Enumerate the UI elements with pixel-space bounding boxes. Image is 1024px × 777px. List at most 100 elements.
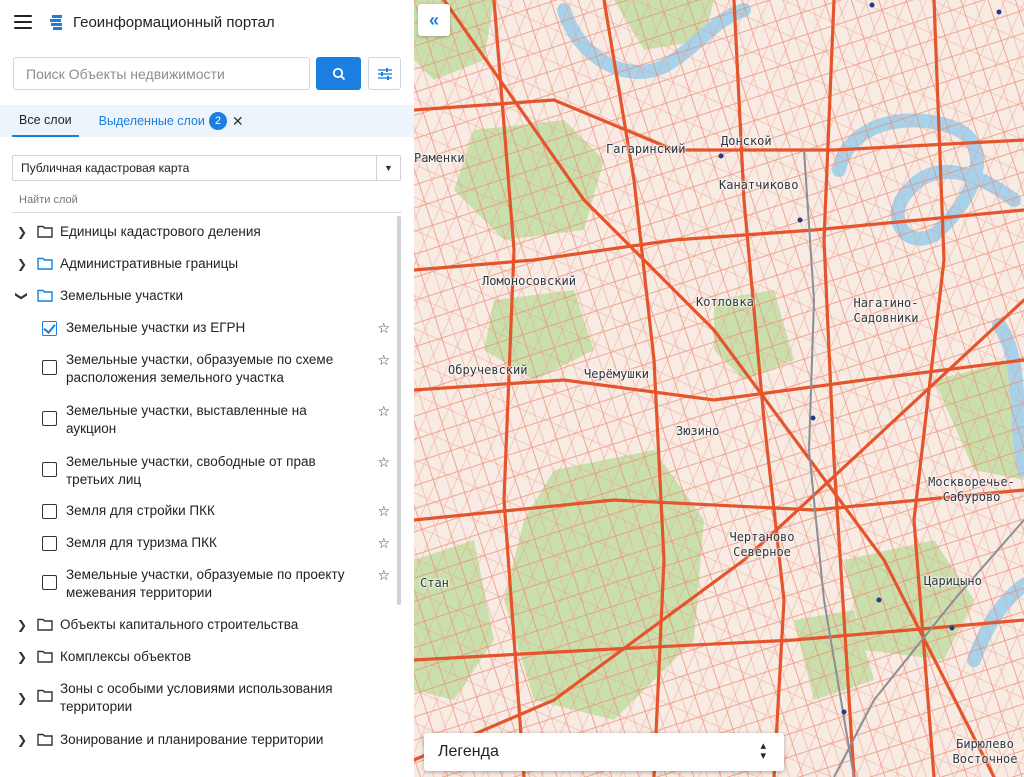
- search-button[interactable]: [316, 57, 361, 90]
- layer-checkbox[interactable]: [42, 411, 57, 426]
- map-label: Царицыно: [924, 574, 982, 588]
- tree-item-label: Административные границы: [60, 256, 239, 271]
- map-label: Раменки: [414, 151, 465, 165]
- tree-item-label: Земля для стройки ПКК: [66, 503, 215, 518]
- tree-item-label: Комплексы объектов: [60, 649, 192, 664]
- legend-label: Легенда: [438, 743, 499, 760]
- map-label: Котловка: [696, 295, 754, 309]
- star-icon[interactable]: ☆: [377, 351, 390, 369]
- map-label: Москворечье-Сабурово: [928, 475, 1015, 504]
- tree-item-label: Зоны с особыми условиями использования т…: [60, 681, 333, 714]
- map-label: Обручевский: [448, 363, 528, 377]
- search-field[interactable]: [13, 57, 310, 90]
- layer-checkbox[interactable]: [42, 575, 57, 590]
- legend-panel[interactable]: Легенда ▴ ▾: [424, 733, 784, 771]
- layer-free-plots[interactable]: Земельные участки, свободные от прав тре…: [42, 453, 390, 489]
- star-icon[interactable]: ☆: [377, 319, 390, 337]
- tree-item-label: Объекты капитального строительства: [60, 617, 299, 632]
- tree-folder-capital-objects[interactable]: ❯ Объекты капитального строительства: [15, 616, 395, 634]
- tree-item-label: Земельные участки, свободные от прав тре…: [66, 454, 316, 487]
- folder-icon: [37, 650, 53, 663]
- tree-folder-special-zones[interactable]: ❯ Зоны с особыми условиями использования…: [15, 680, 395, 716]
- layer-checkbox[interactable]: [42, 536, 57, 551]
- tree-item-label: Земельные участки: [60, 288, 184, 303]
- star-icon[interactable]: ☆: [377, 502, 390, 520]
- search-row: [0, 44, 414, 90]
- folder-icon: [37, 618, 53, 631]
- basemap-select[interactable]: Публичная кадастровая карта ▼: [12, 155, 401, 181]
- tree-scrollbar[interactable]: [397, 216, 401, 605]
- tree-item-label: Единицы кадастрового деления: [60, 224, 261, 239]
- folder-icon: [37, 225, 53, 238]
- chevron-right-icon[interactable]: ❯: [15, 223, 29, 241]
- search-icon: [332, 67, 345, 80]
- layer-checkbox[interactable]: [42, 462, 57, 477]
- tree-folder-cadastral-units[interactable]: ❯ Единицы кадастрового деления: [15, 223, 395, 241]
- tab-all-layers[interactable]: Все слои: [12, 105, 79, 137]
- tree-item-label: Земельные участки, образуемые по схеме р…: [66, 352, 334, 385]
- map-label: Чертаново Северное: [729, 530, 795, 559]
- layers-sidebar: Геоинформационный портал Все слои: [0, 0, 414, 777]
- chevron-right-icon[interactable]: ❯: [15, 689, 29, 707]
- map-label: Бирюлево Восточное: [952, 737, 1018, 766]
- tab-selected-layers[interactable]: Выделенные слои 2 ✕: [92, 105, 251, 137]
- map-canvas[interactable]: [414, 0, 1024, 777]
- layer-tourism-land[interactable]: Земля для туризма ПКК ☆: [42, 534, 390, 552]
- chevron-down-icon[interactable]: ▼: [376, 156, 400, 180]
- map-label: Черёмушки: [584, 367, 650, 381]
- folder-icon: [37, 289, 53, 302]
- map-label: Нагатино-Садовники: [853, 296, 919, 325]
- map-label: Стан: [420, 576, 449, 590]
- folder-icon: [37, 733, 53, 746]
- parcel-grid-2: [414, 0, 1024, 777]
- map-label: Канатчиково: [719, 178, 799, 192]
- map-view[interactable]: Раменки Гагаринский Донской Канатчиково …: [414, 0, 1024, 777]
- tree-folder-zoning[interactable]: ❯ Зонирование и планирование территории: [15, 731, 395, 749]
- chevron-down-icon[interactable]: ❯: [13, 289, 31, 303]
- chevron-right-icon[interactable]: ❯: [15, 731, 29, 749]
- find-layer-input[interactable]: Найти слой: [12, 187, 402, 213]
- filter-icon: [377, 67, 392, 80]
- layer-tabs: Все слои Выделенные слои 2 ✕: [0, 105, 414, 137]
- folder-icon: [37, 689, 53, 702]
- tree-item-label: Земельные участки из ЕГРН: [66, 320, 246, 335]
- tree-item-label: Земля для туризма ПКК: [66, 535, 217, 550]
- portal-logo-icon: [50, 15, 62, 30]
- layer-checkbox[interactable]: [42, 360, 57, 375]
- map-label: Ломоносовский: [482, 274, 576, 288]
- menu-icon[interactable]: [14, 15, 32, 29]
- star-icon[interactable]: ☆: [377, 566, 390, 584]
- double-chevron-left-icon: «: [428, 9, 439, 30]
- tree-folder-admin-borders[interactable]: ❯ Административные границы: [15, 255, 395, 273]
- chevron-right-icon[interactable]: ❯: [15, 648, 29, 666]
- filter-button[interactable]: [368, 57, 401, 90]
- layer-egrn-plots[interactable]: Земельные участки из ЕГРН ☆: [42, 319, 390, 337]
- tab-selected-label: Выделенные слои: [98, 114, 205, 128]
- layer-construction-land[interactable]: Земля для стройки ПКК ☆: [42, 502, 390, 520]
- search-input[interactable]: [26, 65, 297, 82]
- close-icon[interactable]: ✕: [232, 113, 244, 130]
- chevron-right-icon[interactable]: ❯: [15, 255, 29, 273]
- tree-item-label: Земельные участки, выставленные на аукци…: [66, 403, 307, 436]
- star-icon[interactable]: ☆: [377, 453, 390, 471]
- sort-icon: ▴ ▾: [760, 740, 766, 762]
- layer-scheme-plots[interactable]: Земельные участки, образуемые по схеме р…: [42, 351, 390, 387]
- app-header: Геоинформационный портал: [0, 0, 414, 44]
- folder-icon: [37, 257, 53, 270]
- star-icon[interactable]: ☆: [377, 402, 390, 420]
- collapse-sidebar-button[interactable]: «: [418, 4, 450, 36]
- layer-auction-plots[interactable]: Земельные участки, выставленные на аукци…: [42, 402, 390, 438]
- layer-survey-plots[interactable]: Земельные участки, образуемые по проекту…: [42, 566, 390, 602]
- basemap-select-value: Публичная кадастровая карта: [21, 161, 190, 175]
- star-icon[interactable]: ☆: [377, 534, 390, 552]
- map-label: Донской: [721, 134, 772, 148]
- chevron-right-icon[interactable]: ❯: [15, 616, 29, 634]
- layer-checkbox[interactable]: [42, 504, 57, 519]
- selected-count-badge: 2: [208, 112, 227, 130]
- tree-folder-complexes[interactable]: ❯ Комплексы объектов: [15, 648, 395, 666]
- layer-checkbox[interactable]: [42, 321, 57, 336]
- map-label: Гагаринский: [606, 142, 686, 156]
- map-label: Зюзино: [676, 424, 720, 438]
- tree-item-label: Зонирование и планирование территории: [60, 732, 324, 747]
- tree-folder-land-plots[interactable]: ❯ Земельные участки: [15, 287, 395, 305]
